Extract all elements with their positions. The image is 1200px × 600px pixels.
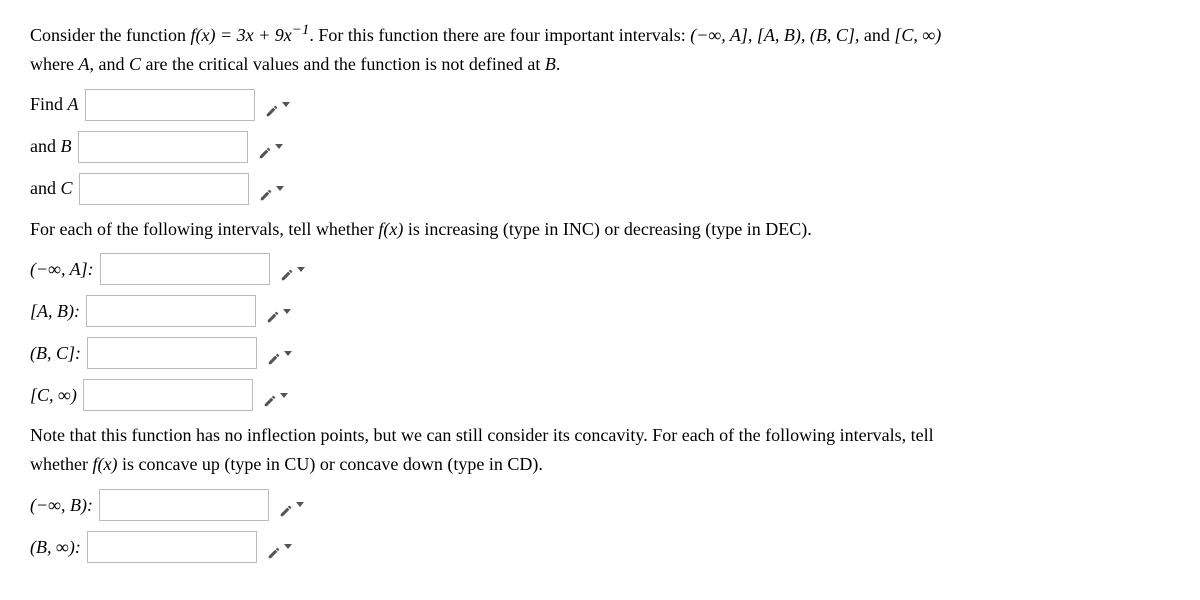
chevron-down-icon (284, 351, 292, 356)
interval-1-input[interactable] (100, 253, 270, 285)
chevron-down-icon (275, 144, 283, 149)
intervals-list: (−∞, A], [A, B), (B, C], (690, 25, 864, 45)
chevron-down-icon (284, 544, 292, 549)
concavity-1-row: (−∞, B): (30, 489, 1170, 521)
concavity-1-label: (−∞, B): (30, 491, 93, 520)
concavity-prompt: Note that this function has no inflectio… (30, 421, 1170, 479)
hint-int3-button[interactable] (267, 346, 292, 360)
interval-4-row: [C, ∞) (30, 379, 1170, 411)
interval-1-label: (−∞, A]: (30, 255, 94, 284)
pencil-icon (267, 346, 281, 360)
intro-pre: Consider the function (30, 25, 190, 45)
intro-post1: . For this function there are four impor… (309, 25, 690, 45)
interval-2-row: [A, B): (30, 295, 1170, 327)
interval-3-label: (B, C]: (30, 339, 81, 368)
chevron-down-icon (282, 102, 290, 107)
chevron-down-icon (297, 267, 305, 272)
hint-int1-button[interactable] (280, 262, 305, 276)
find-a-input[interactable] (85, 89, 255, 121)
find-c-row: and C (30, 173, 1170, 205)
hint-b-button[interactable] (258, 140, 283, 154)
concavity-1-input[interactable] (99, 489, 269, 521)
hint-int2-button[interactable] (266, 304, 291, 318)
chevron-down-icon (276, 186, 284, 191)
find-a-label: Find A (30, 90, 79, 119)
function-def: f(x) = 3x + 9x−1 (190, 25, 309, 45)
chevron-down-icon (296, 502, 304, 507)
hint-c-button[interactable] (259, 182, 284, 196)
hint-conc2-button[interactable] (267, 540, 292, 554)
pencil-icon (259, 182, 273, 196)
hint-a-button[interactable] (265, 98, 290, 112)
interval-1-row: (−∞, A]: (30, 253, 1170, 285)
concavity-2-row: (B, ∞): (30, 531, 1170, 563)
concavity-2-label: (B, ∞): (30, 533, 81, 562)
pencil-icon (266, 304, 280, 318)
interval-3-input[interactable] (87, 337, 257, 369)
hint-int4-button[interactable] (263, 388, 288, 402)
chevron-down-icon (280, 393, 288, 398)
pencil-icon (265, 98, 279, 112)
pencil-icon (267, 540, 281, 554)
interval-2-label: [A, B): (30, 297, 80, 326)
interval-4-label: [C, ∞) (30, 381, 77, 410)
problem-statement: Consider the function f(x) = 3x + 9x−1. … (30, 18, 1170, 79)
interval-2-input[interactable] (86, 295, 256, 327)
pencil-icon (279, 498, 293, 512)
pencil-icon (263, 388, 277, 402)
find-c-input[interactable] (79, 173, 249, 205)
concavity-2-input[interactable] (87, 531, 257, 563)
hint-conc1-button[interactable] (279, 498, 304, 512)
pencil-icon (280, 262, 294, 276)
find-b-input[interactable] (78, 131, 248, 163)
chevron-down-icon (283, 309, 291, 314)
find-b-label: and B (30, 132, 72, 161)
interval-3-row: (B, C]: (30, 337, 1170, 369)
find-c-label: and C (30, 174, 73, 203)
find-b-row: and B (30, 131, 1170, 163)
find-a-row: Find A (30, 89, 1170, 121)
interval-4-input[interactable] (83, 379, 253, 411)
pencil-icon (258, 140, 272, 154)
inc-dec-prompt: For each of the following intervals, tel… (30, 215, 1170, 244)
